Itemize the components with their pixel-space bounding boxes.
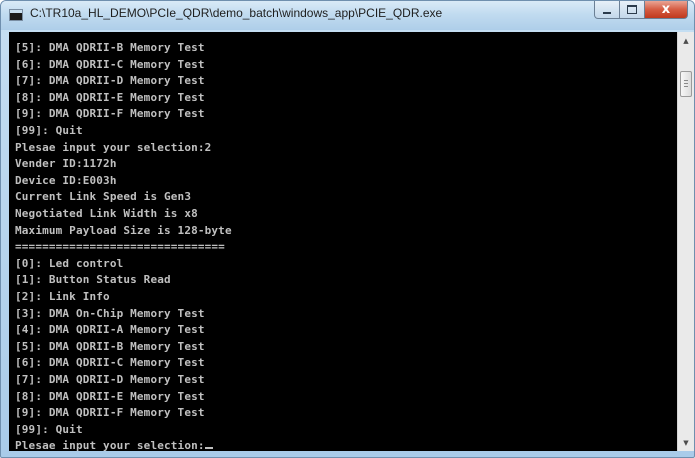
console-line: Plesae input your selection: [15, 437, 213, 451]
close-icon: x [661, 2, 671, 17]
console-line: [8]: DMA QDRII-E Memory Test [15, 388, 205, 405]
console-line-text: Negotiated Link Width is x8 [15, 207, 198, 220]
console-line: [7]: DMA QDRII-D Memory Test [15, 72, 205, 89]
console-line: Plesae input your selection:2 [15, 139, 211, 156]
console-line-text: Device ID:E003h [15, 173, 117, 187]
console-line: [1]: Button Status Read [15, 271, 171, 288]
console-window-icon[interactable] [9, 9, 23, 21]
console-line: [5]: DMA QDRII-B Memory Test [15, 39, 205, 56]
console-line-text: [7]: DMA QDRII-D Memory Test [15, 74, 205, 88]
grip-line [684, 83, 688, 84]
console-line: [2]: Link Info [15, 288, 110, 305]
console-output[interactable]: [5]: DMA QDRII-B Memory Test [6]: DMA QDR… [9, 32, 677, 451]
console-line-text: [0]: Led control [15, 256, 124, 270]
chevron-down-icon: ▼ [683, 438, 689, 447]
console-line-text: Plesae input your selection: [15, 439, 205, 451]
console-line-text: [9]: DMA QDRII-F Memory Test [15, 406, 205, 420]
console-line: [6]: DMA QDRII-C Memory Test [15, 56, 205, 73]
console-line-text: [8]: DMA QDRII-E Memory Test [15, 389, 205, 403]
console-line: [9]: DMA QDRII-F Memory Test [15, 404, 205, 421]
console-line: Current Link Speed is Gen3 [15, 188, 191, 205]
console-line-text: Vender ID:1172h [15, 157, 117, 171]
console-line-text: Plesae input your selection:2 [15, 140, 212, 154]
console-line-text: [7]: DMA QDRII-D Memory Test [15, 373, 205, 386]
console-line: [8]: DMA QDRII-E Memory Test [15, 89, 205, 106]
console-line: [99]: Quit [15, 421, 83, 438]
scroll-up-button[interactable]: ▲ [678, 32, 694, 49]
console-line: [9]: DMA QDRII-F Memory Test [15, 105, 205, 122]
console-line: Device ID:E003h [15, 172, 117, 189]
maximize-button[interactable] [620, 1, 645, 19]
console-line-text: [99]: Quit [15, 422, 83, 436]
maximize-icon [627, 5, 637, 14]
console-line-text: Maximum Payload Size is 128-byte [15, 223, 232, 237]
grip-line [684, 80, 688, 81]
console-line: Vender ID:1172h [15, 155, 117, 172]
minimize-icon [603, 11, 611, 14]
vertical-scrollbar[interactable]: ▲ ▼ [677, 32, 694, 451]
text-cursor [204, 447, 213, 450]
console-line: =============================== [15, 238, 225, 255]
console-line-text: =============================== [15, 240, 225, 254]
console-line: [6]: DMA QDRII-C Memory Test [15, 354, 205, 371]
minimize-button[interactable] [594, 1, 620, 19]
console-line-text: [4]: DMA QDRII-A Memory Test [15, 323, 205, 337]
console-window: C:\TR10a_HL_DEMO\PCIe_QDR\demo_batch\win… [0, 0, 695, 458]
console-line-text: [5]: DMA QDRII-B Memory Test [15, 339, 205, 353]
console-line: [0]: Led control [15, 255, 123, 272]
console-line-text: [2]: Link Info [15, 290, 110, 303]
console-line-text: [6]: DMA QDRII-C Memory Test [15, 57, 205, 71]
console-line: [4]: DMA QDRII-A Memory Test [15, 321, 205, 338]
console-line-text: [8]: DMA QDRII-E Memory Test [15, 90, 205, 104]
console-line: Negotiated Link Width is x8 [15, 205, 198, 222]
console-line-text: [6]: DMA QDRII-C Memory Test [15, 356, 205, 370]
console-line: [99]: Quit [15, 122, 83, 139]
window-title: C:\TR10a_HL_DEMO\PCIe_QDR\demo_batch\win… [30, 6, 443, 20]
console-line-text: Current Link Speed is Gen3 [15, 190, 192, 204]
console-line-text: [5]: DMA QDRII-B Memory Test [15, 41, 205, 54]
console-line-text: [9]: DMA QDRII-F Memory Test [15, 107, 205, 121]
scroll-down-button[interactable]: ▼ [678, 434, 694, 451]
title-bar[interactable]: C:\TR10a_HL_DEMO\PCIe_QDR\demo_batch\win… [1, 1, 694, 30]
console-line-text: [3]: DMA On-Chip Memory Test [15, 306, 205, 320]
console-line: Maximum Payload Size is 128-byte [15, 222, 232, 239]
console-line: [7]: DMA QDRII-D Memory Test [15, 371, 205, 388]
scroll-thumb[interactable] [680, 71, 692, 97]
grip-line [684, 86, 688, 87]
window-controls: x [594, 1, 688, 20]
console-line: [3]: DMA On-Chip Memory Test [15, 305, 205, 322]
console-line-text: [1]: Button Status Read [15, 273, 171, 287]
console-line-text: [99]: Quit [15, 124, 83, 137]
console-line: [5]: DMA QDRII-B Memory Test [15, 338, 205, 355]
chevron-up-icon: ▲ [683, 36, 689, 45]
close-button[interactable]: x [645, 1, 688, 19]
